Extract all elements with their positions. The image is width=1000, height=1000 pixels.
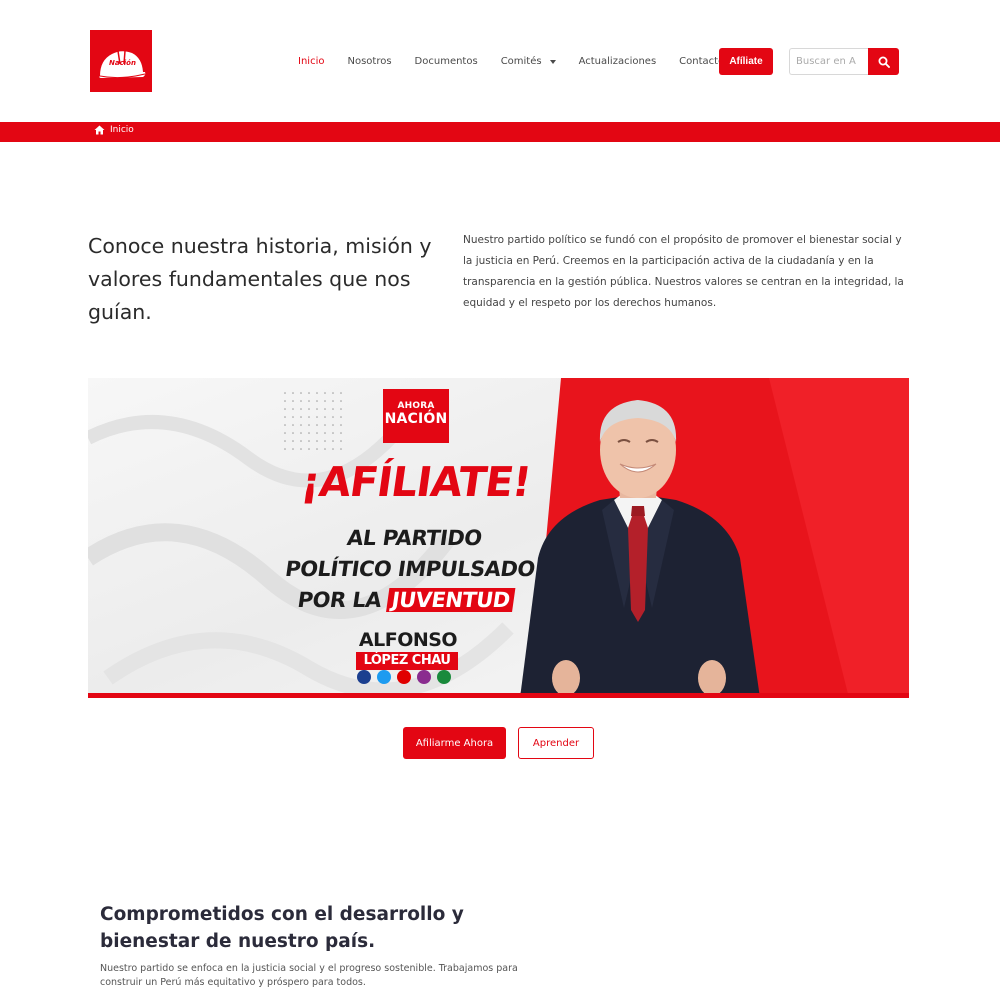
search-icon [878, 56, 890, 68]
affiliate-button[interactable]: Afíliate [719, 48, 773, 75]
search-input[interactable] [789, 48, 868, 75]
banner-logo-line2: NACIÓN [384, 411, 448, 427]
commitment-text: Nuestro partido se enfoca en la justicia… [100, 963, 518, 988]
breadcrumb-bar: Inicio [0, 122, 1000, 142]
twitter-icon [377, 670, 391, 684]
commitment-title: Comprometidos con el desarrollo y bienes… [100, 904, 464, 952]
banner-name-first: ALFONSO [358, 629, 458, 651]
affiliate-now-button[interactable]: Afiliarme Ahora [403, 727, 506, 759]
nav-item-comites[interactable]: Comités [501, 56, 556, 67]
main-nav: Inicio Nosotros Documentos Comités Actua… [298, 48, 747, 75]
banner-sub-line3: POR LA [296, 588, 383, 612]
chevron-down-icon [549, 59, 556, 64]
nav-item-comites-label: Comités [500, 56, 542, 67]
facebook-icon [357, 670, 371, 684]
banner-logo-line1: AHORA [397, 401, 435, 411]
banner-party-logo: AHORA NACIÓN [383, 389, 449, 443]
affiliate-banner[interactable]: AHORA NACIÓN ¡AFÍLIATE! AL PARTIDO POLÍT… [88, 378, 909, 698]
breadcrumb[interactable]: Inicio [94, 125, 134, 135]
banner-sub-line3-wrap: POR LA JUVENTUD [267, 585, 543, 616]
learn-button[interactable]: Aprender [518, 727, 594, 759]
intro-text: Nuestro partido político se fundó con el… [463, 234, 904, 309]
candidate-portrait [520, 400, 760, 698]
banner-headline: ¡AFÍLIATE! [298, 458, 534, 506]
banner-name-last: LÓPEZ CHAU [356, 652, 458, 670]
banner-sub-line2: POLÍTICO IMPULSADO [283, 557, 537, 581]
helmet-logo-icon: Nación [90, 30, 152, 92]
site-header: Nación Inicio Nosotros Documentos Comité… [0, 0, 1000, 122]
svg-text:Nación: Nación [109, 59, 136, 67]
nav-item-inicio[interactable]: Inicio [298, 56, 324, 67]
search-form [789, 48, 899, 75]
site-logo[interactable]: Nación [90, 30, 152, 92]
home-icon [94, 125, 105, 135]
banner-sub-highlight: JUVENTUD [386, 588, 516, 612]
banner-bottom-stripe [88, 693, 909, 698]
search-button[interactable] [868, 48, 899, 75]
nav-item-nosotros[interactable]: Nosotros [347, 56, 391, 67]
nav-item-contacto[interactable]: Contacto [679, 56, 724, 67]
instagram-icon [417, 670, 431, 684]
nav-item-documentos[interactable]: Documentos [415, 56, 478, 67]
whatsapp-icon [437, 670, 451, 684]
banner-social-icons [357, 670, 457, 684]
nav-item-actualizaciones[interactable]: Actualizaciones [579, 56, 657, 67]
intro-title: Conoce nuestra historia, misión y valore… [88, 234, 432, 324]
breadcrumb-label: Inicio [110, 125, 134, 135]
youtube-icon [397, 670, 411, 684]
